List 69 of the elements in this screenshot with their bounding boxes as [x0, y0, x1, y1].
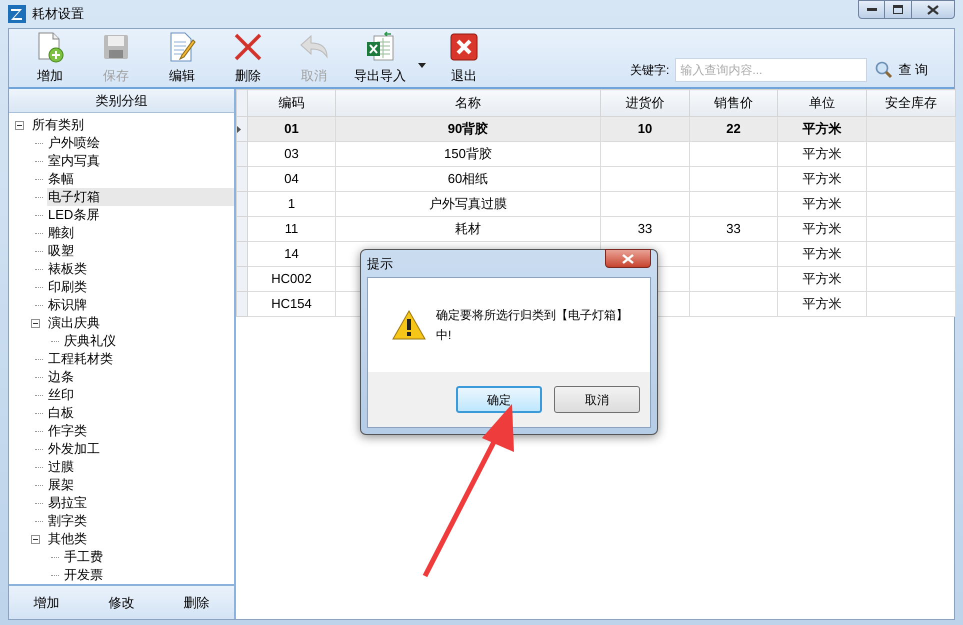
table-cell: 平方米 [778, 292, 866, 316]
warning-icon [392, 310, 426, 340]
toolbar-button[interactable]: 删除 [215, 29, 281, 85]
column-header[interactable]: 安全库存 [866, 90, 956, 116]
tree-item[interactable]: 裱板类 [47, 260, 234, 278]
panel-header: 类别分组 [9, 89, 234, 113]
tree-item[interactable]: 户外喷绘 [47, 134, 234, 152]
tree-item[interactable]: 庆典礼仪 [63, 332, 234, 350]
close-button[interactable] [605, 249, 651, 268]
tree-item[interactable]: 雕刻 [47, 224, 234, 242]
tree-item[interactable]: 白板 [47, 404, 234, 422]
table-cell: HC154 [248, 292, 336, 316]
dialog-button[interactable]: 取消 [554, 386, 640, 413]
tree-item[interactable]: 外发加工 [47, 440, 234, 458]
panel-button[interactable]: 删除 [176, 590, 218, 616]
panel-button[interactable]: 修改 [100, 590, 142, 616]
window-title: 耗材设置 [32, 5, 84, 24]
row-header[interactable] [236, 116, 248, 142]
app-logo-icon [8, 5, 26, 23]
toolbar-button[interactable]: 退出 [431, 29, 497, 85]
dialog-message: 确定要将所选行归类到【电子灯箱】中! [436, 307, 629, 344]
search-icon [875, 61, 894, 79]
keyword-label: 关键字: [630, 62, 670, 79]
search-button[interactable]: 查 询 [873, 60, 930, 80]
close-icon [927, 4, 939, 14]
tree-item[interactable]: 开发票 [63, 566, 234, 584]
tree-item[interactable]: 条幅 [47, 170, 234, 188]
column-header[interactable]: 销售价 [690, 90, 778, 116]
panel-button[interactable]: 增加 [26, 590, 68, 616]
tree-item[interactable]: 吸塑 [47, 242, 234, 260]
minimize-button[interactable] [858, 0, 885, 19]
column-header[interactable]: 名称 [336, 90, 600, 116]
column-header[interactable]: 进货价 [600, 90, 690, 116]
row-header [236, 90, 248, 116]
minimize-icon [866, 8, 876, 12]
tree-item[interactable]: 其他类 [47, 530, 234, 548]
tree-item[interactable]: 过膜 [47, 458, 234, 476]
expander-icon[interactable] [31, 318, 40, 328]
tree-item[interactable]: 丝印 [47, 386, 234, 404]
toolbar-button[interactable]: 编辑 [149, 29, 215, 85]
tree-item[interactable]: 印刷类 [47, 278, 234, 296]
close-icon [622, 254, 634, 264]
maximize-button[interactable] [885, 0, 911, 19]
search-field[interactable]: 输入查询内容... [675, 58, 868, 82]
tree-item[interactable]: 易拉宝 [47, 494, 234, 512]
dialog-button[interactable]: 确定 [456, 386, 542, 413]
tree-item[interactable]: 边条 [47, 368, 234, 386]
tree-item[interactable]: 作字类 [47, 422, 234, 440]
expander-icon[interactable] [31, 534, 40, 544]
tree-item[interactable]: 所有类别 [31, 116, 234, 134]
tree-item[interactable]: LED条屏 [47, 206, 234, 224]
maximize-icon [893, 5, 903, 14]
tree-item[interactable]: 演出庆典 [47, 314, 234, 332]
tree-item[interactable]: 标识牌 [47, 296, 234, 314]
tree-item[interactable]: 展架 [47, 476, 234, 494]
toolbar-button[interactable]: 导出导入 [347, 29, 413, 85]
row-pointer-icon [237, 126, 241, 132]
tree-item[interactable]: 室内写真 [47, 152, 234, 170]
tree-item[interactable]: 割字类 [47, 512, 234, 530]
dialog-title: 提示 [367, 254, 393, 273]
tree-item[interactable]: 电子灯箱 [47, 188, 234, 206]
tree-item[interactable]: 手工费 [63, 548, 234, 566]
expander-icon[interactable] [15, 120, 24, 130]
caret-icon [418, 62, 426, 68]
toolbar-button[interactable]: 增加 [17, 29, 83, 85]
tree-item[interactable]: 工程耗材类 [47, 350, 234, 368]
column-header[interactable]: 单位 [778, 90, 866, 116]
column-header[interactable]: 编码 [248, 90, 336, 116]
close-button[interactable] [911, 0, 955, 19]
